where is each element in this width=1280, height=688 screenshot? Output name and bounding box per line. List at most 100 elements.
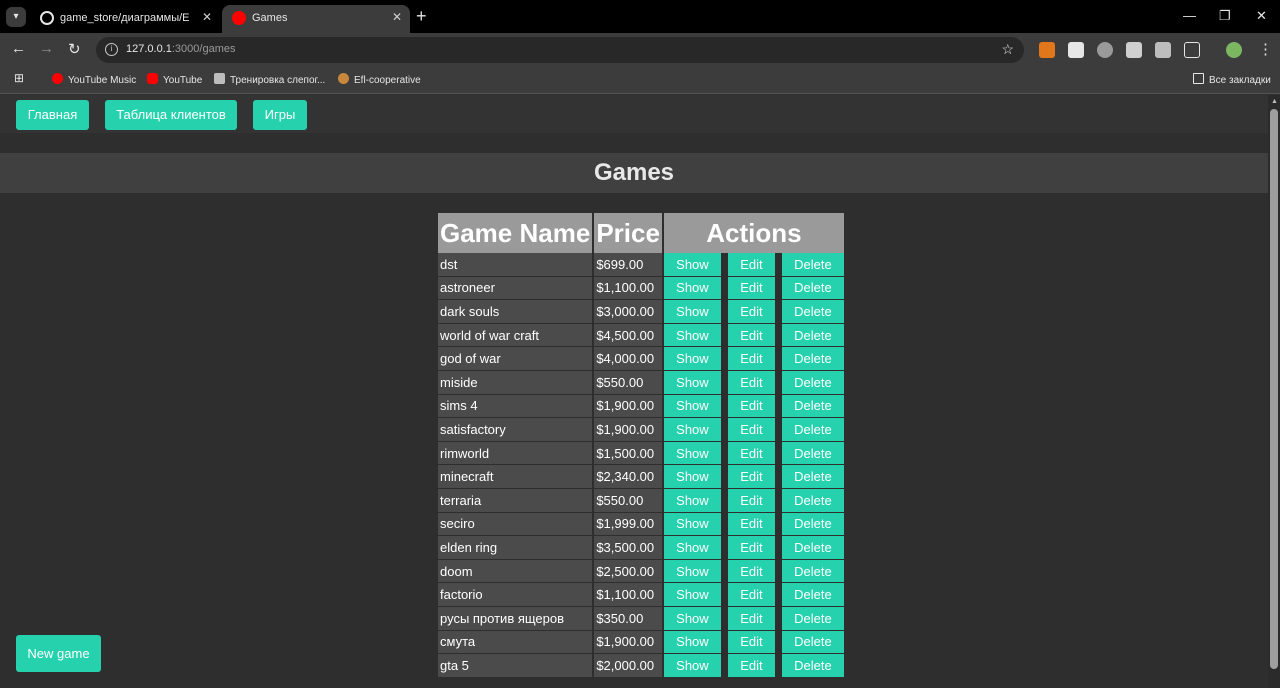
- reload-icon[interactable]: ↻: [68, 40, 81, 58]
- delete-button[interactable]: Delete: [781, 512, 844, 537]
- show-button[interactable]: Show: [663, 394, 721, 419]
- edit-button[interactable]: Edit: [727, 253, 775, 277]
- delete-button[interactable]: Delete: [781, 300, 844, 324]
- edit-button[interactable]: Edit: [727, 488, 775, 513]
- nav-games-button[interactable]: Игры: [253, 100, 307, 130]
- delete-button[interactable]: Delete: [781, 394, 844, 419]
- edit-button[interactable]: Edit: [727, 606, 775, 631]
- show-button[interactable]: Show: [663, 323, 721, 348]
- edit-button[interactable]: Edit: [727, 512, 775, 537]
- price-cell: $1,900.00: [594, 418, 662, 442]
- show-button[interactable]: Show: [663, 630, 721, 655]
- menu-icon[interactable]: ⋮: [1258, 40, 1273, 58]
- show-button[interactable]: Show: [663, 276, 721, 301]
- scroll-up-icon[interactable]: ▲: [1271, 98, 1278, 105]
- delete-button[interactable]: Delete: [781, 583, 844, 607]
- show-button[interactable]: Show: [663, 253, 721, 277]
- tab-close-icon[interactable]: ✕: [202, 10, 212, 24]
- back-icon[interactable]: ←: [11, 40, 26, 57]
- bookmark-efl[interactable]: Efl-cooperative: [338, 73, 421, 86]
- url-text[interactable]: 127.0.0.1:3000/games: [126, 43, 235, 55]
- show-button[interactable]: Show: [663, 583, 721, 607]
- delete-button[interactable]: Delete: [781, 465, 844, 489]
- apps-icon[interactable]: ⊞: [14, 71, 24, 85]
- globe-icon[interactable]: [1097, 42, 1113, 58]
- delete-button[interactable]: Delete: [781, 630, 844, 655]
- delete-button[interactable]: Delete: [781, 323, 844, 348]
- header-price: Price: [594, 213, 662, 253]
- edit-button[interactable]: Edit: [727, 583, 775, 607]
- puzzle-icon[interactable]: [1184, 42, 1200, 58]
- extension-icon[interactable]: [1155, 42, 1171, 58]
- avatar[interactable]: [1226, 42, 1242, 58]
- delete-button[interactable]: Delete: [781, 654, 844, 678]
- show-button[interactable]: Show: [663, 370, 721, 395]
- delete-button[interactable]: Delete: [781, 606, 844, 631]
- delete-button[interactable]: Delete: [781, 559, 844, 584]
- edit-button[interactable]: Edit: [727, 654, 775, 678]
- nav-home-button[interactable]: Главная: [16, 100, 89, 130]
- edit-button[interactable]: Edit: [727, 536, 775, 560]
- forward-icon[interactable]: →: [39, 40, 54, 57]
- all-bookmarks[interactable]: Все закладки: [1193, 73, 1271, 86]
- tab-search-button[interactable]: ▾: [6, 7, 26, 27]
- show-button[interactable]: Show: [663, 465, 721, 489]
- page-content: Главная Таблица клиентов Игры Games Game…: [0, 95, 1268, 688]
- show-button[interactable]: Show: [663, 536, 721, 560]
- show-button[interactable]: Show: [663, 654, 721, 678]
- show-button[interactable]: Show: [663, 606, 721, 631]
- tab-close-icon[interactable]: ✕: [392, 10, 402, 24]
- rocket-icon[interactable]: [1126, 42, 1142, 58]
- close-window-icon[interactable]: ✕: [1256, 8, 1267, 24]
- show-button[interactable]: Show: [663, 347, 721, 371]
- delete-button[interactable]: Delete: [781, 441, 844, 466]
- delete-button[interactable]: Delete: [781, 488, 844, 513]
- cell-gap: [776, 324, 780, 348]
- new-game-button[interactable]: New game: [16, 635, 101, 672]
- game-name-cell: miside: [438, 370, 593, 395]
- price-cell: $3,000.00: [594, 300, 662, 324]
- edit-button[interactable]: Edit: [727, 347, 775, 371]
- scrollbar-thumb[interactable]: [1270, 109, 1278, 669]
- minimize-icon[interactable]: —: [1183, 8, 1196, 23]
- edit-button[interactable]: Edit: [727, 276, 775, 301]
- show-button[interactable]: Show: [663, 559, 721, 584]
- edit-button[interactable]: Edit: [727, 559, 775, 584]
- edit-button[interactable]: Edit: [727, 465, 775, 489]
- bookmark-youtube-music[interactable]: YouTube Music: [52, 73, 136, 86]
- delete-button[interactable]: Delete: [781, 253, 844, 277]
- edit-button[interactable]: Edit: [727, 418, 775, 442]
- metamask-icon[interactable]: [1039, 42, 1055, 58]
- delete-button[interactable]: Delete: [781, 347, 844, 371]
- edit-button[interactable]: Edit: [727, 300, 775, 324]
- extension-icon[interactable]: [1068, 42, 1084, 58]
- restore-icon[interactable]: ❐: [1219, 8, 1231, 24]
- delete-button[interactable]: Delete: [781, 370, 844, 395]
- bookmark-star-icon[interactable]: ☆: [1001, 41, 1014, 58]
- show-button[interactable]: Show: [663, 300, 721, 324]
- bookmark-youtube[interactable]: YouTube: [147, 73, 202, 86]
- show-button[interactable]: Show: [663, 512, 721, 537]
- delete-button[interactable]: Delete: [781, 536, 844, 560]
- delete-button[interactable]: Delete: [781, 276, 844, 301]
- site-info-icon[interactable]: i: [105, 43, 118, 56]
- tab-games[interactable]: Games ✕: [222, 5, 410, 33]
- delete-button[interactable]: Delete: [781, 418, 844, 442]
- nav-clients-button[interactable]: Таблица клиентов: [105, 100, 237, 130]
- edit-button[interactable]: Edit: [727, 370, 775, 395]
- edit-button[interactable]: Edit: [727, 323, 775, 348]
- edit-button[interactable]: Edit: [727, 441, 775, 466]
- table-row: terraria $550.00 Show Edit Delete: [438, 488, 844, 513]
- edit-button[interactable]: Edit: [727, 394, 775, 419]
- edit-button[interactable]: Edit: [727, 630, 775, 655]
- new-tab-button[interactable]: +: [416, 6, 427, 27]
- tab-github[interactable]: game_store/диаграммы/ER_DI ✕: [30, 5, 220, 33]
- bookmark-typing[interactable]: Тренировка слепог...: [214, 73, 325, 86]
- keyboard-icon: [214, 73, 225, 84]
- show-button[interactable]: Show: [663, 441, 721, 466]
- show-button[interactable]: Show: [663, 418, 721, 442]
- cell-gap: [722, 371, 726, 395]
- address-bar[interactable]: i 127.0.0.1:3000/games ☆: [96, 37, 1024, 63]
- scrollbar[interactable]: ▲: [1268, 95, 1280, 688]
- show-button[interactable]: Show: [663, 488, 721, 513]
